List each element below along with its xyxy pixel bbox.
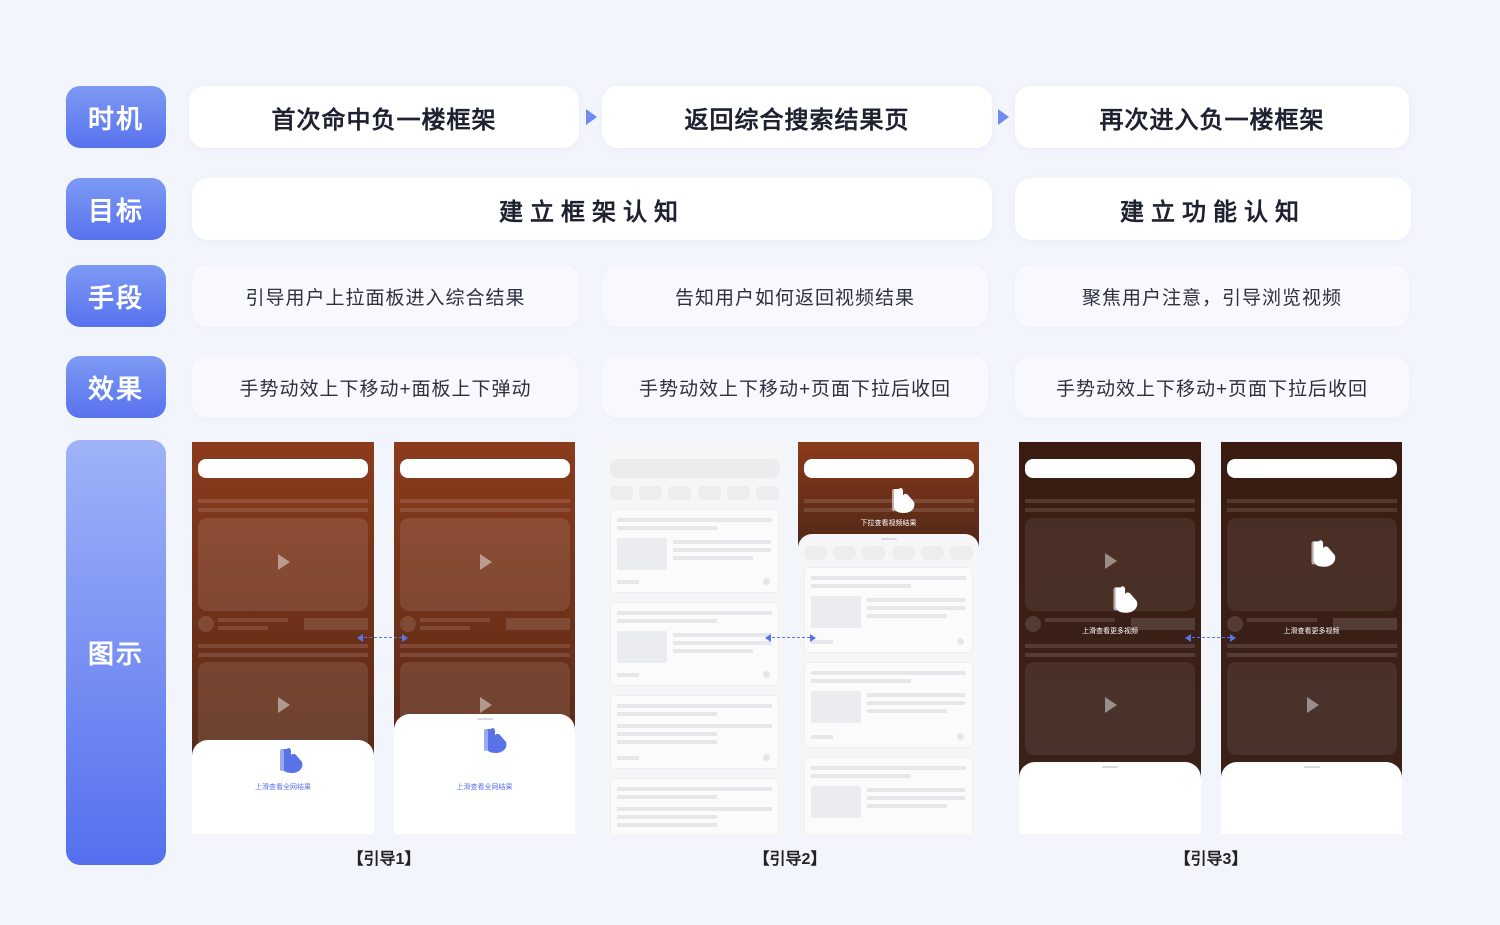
row-label-goal: 目标 [66,178,166,240]
hand-gesture-icon [280,747,303,773]
goal-card-2: 建立功能认知 [1015,178,1411,240]
arrow-right-icon [586,109,597,125]
effect-card-3: 手势动效上下移动+页面下拉后收回 [1015,356,1409,418]
phone-mockup-guide3-b: 上滑查看更多视频 [1221,442,1402,834]
swipe-hint-text: 上滑查看更多视频 [1283,628,1340,635]
row-label-effect: 效果 [66,356,166,418]
pull-hint-text: 下拉查看视频结果 [860,520,917,527]
row-label-method: 手段 [66,265,166,327]
result-card [804,662,973,748]
search-bar [610,459,780,478]
play-icon [1105,553,1117,569]
result-card [804,567,973,653]
swipe-hint-text: 上滑查看全网结果 [456,784,513,791]
phone-mockup-guide1-a: 上滑查看全网结果 [192,442,374,834]
play-icon [480,554,492,570]
hand-gesture-icon [892,487,915,513]
double-arrow-icon [772,637,810,638]
phone-mockup-guide2-a [604,442,785,834]
search-bar [804,459,974,478]
row-label-illustration: 图示 [66,440,166,865]
results-panel [798,534,979,834]
search-bar [400,459,570,478]
arrow-right-icon [998,109,1009,125]
phone-mockup-guide2-b: 下拉查看视频结果 [798,442,979,834]
timing-card-1: 首次命中负一楼框架 [189,86,579,148]
bottom-panel: 上滑查看全网结果 [394,714,575,834]
search-bar [198,459,368,478]
play-icon [278,554,290,570]
search-bar [1025,459,1195,478]
double-arrow-icon [1192,637,1230,638]
hand-gesture-icon [1311,540,1336,567]
bottom-panel: 上滑查看全网结果 [192,740,374,834]
swipe-hint-text: 上滑查看全网结果 [255,784,311,791]
result-card [610,695,779,769]
method-card-2: 告知用户如何返回视频结果 [602,265,988,327]
timing-card-3: 再次进入负一楼框架 [1015,86,1409,148]
result-card [804,757,973,834]
avatar [400,616,416,632]
goal-card-1: 建立框架认知 [192,178,992,240]
effect-card-1: 手势动效上下移动+面板上下弹动 [192,356,579,418]
result-card [610,602,779,686]
double-arrow-icon [364,637,402,638]
swipe-hint-text: 上滑查看更多视频 [1082,628,1138,635]
hand-gesture-icon [1113,586,1138,613]
result-card [610,778,779,834]
phone-mockup-guide1-b: 上滑查看全网结果 [394,442,575,834]
caption-guide-1: 【引导1】 [347,851,421,868]
bottom-panel [1221,762,1402,834]
caption-guide-2: 【引导2】 [753,851,827,868]
play-icon [480,697,492,713]
play-icon [1307,697,1319,713]
bottom-panel [1019,762,1201,834]
method-card-1: 引导用户上拉面板进入综合结果 [192,265,579,327]
hand-gesture-icon [484,727,507,753]
phone-mockup-guide3-a: 上滑查看更多视频 [1019,442,1201,834]
search-bar [1227,459,1397,478]
method-card-3: 聚焦用户注意，引导浏览视频 [1015,265,1409,327]
row-label-timing: 时机 [66,86,166,148]
effect-card-2: 手势动效上下移动+页面下拉后收回 [602,356,988,418]
result-card [610,509,779,593]
play-icon [1105,697,1117,713]
avatar [198,616,214,632]
timing-card-2: 返回综合搜索结果页 [602,86,992,148]
play-icon [278,697,290,713]
caption-guide-3: 【引导3】 [1174,851,1248,868]
